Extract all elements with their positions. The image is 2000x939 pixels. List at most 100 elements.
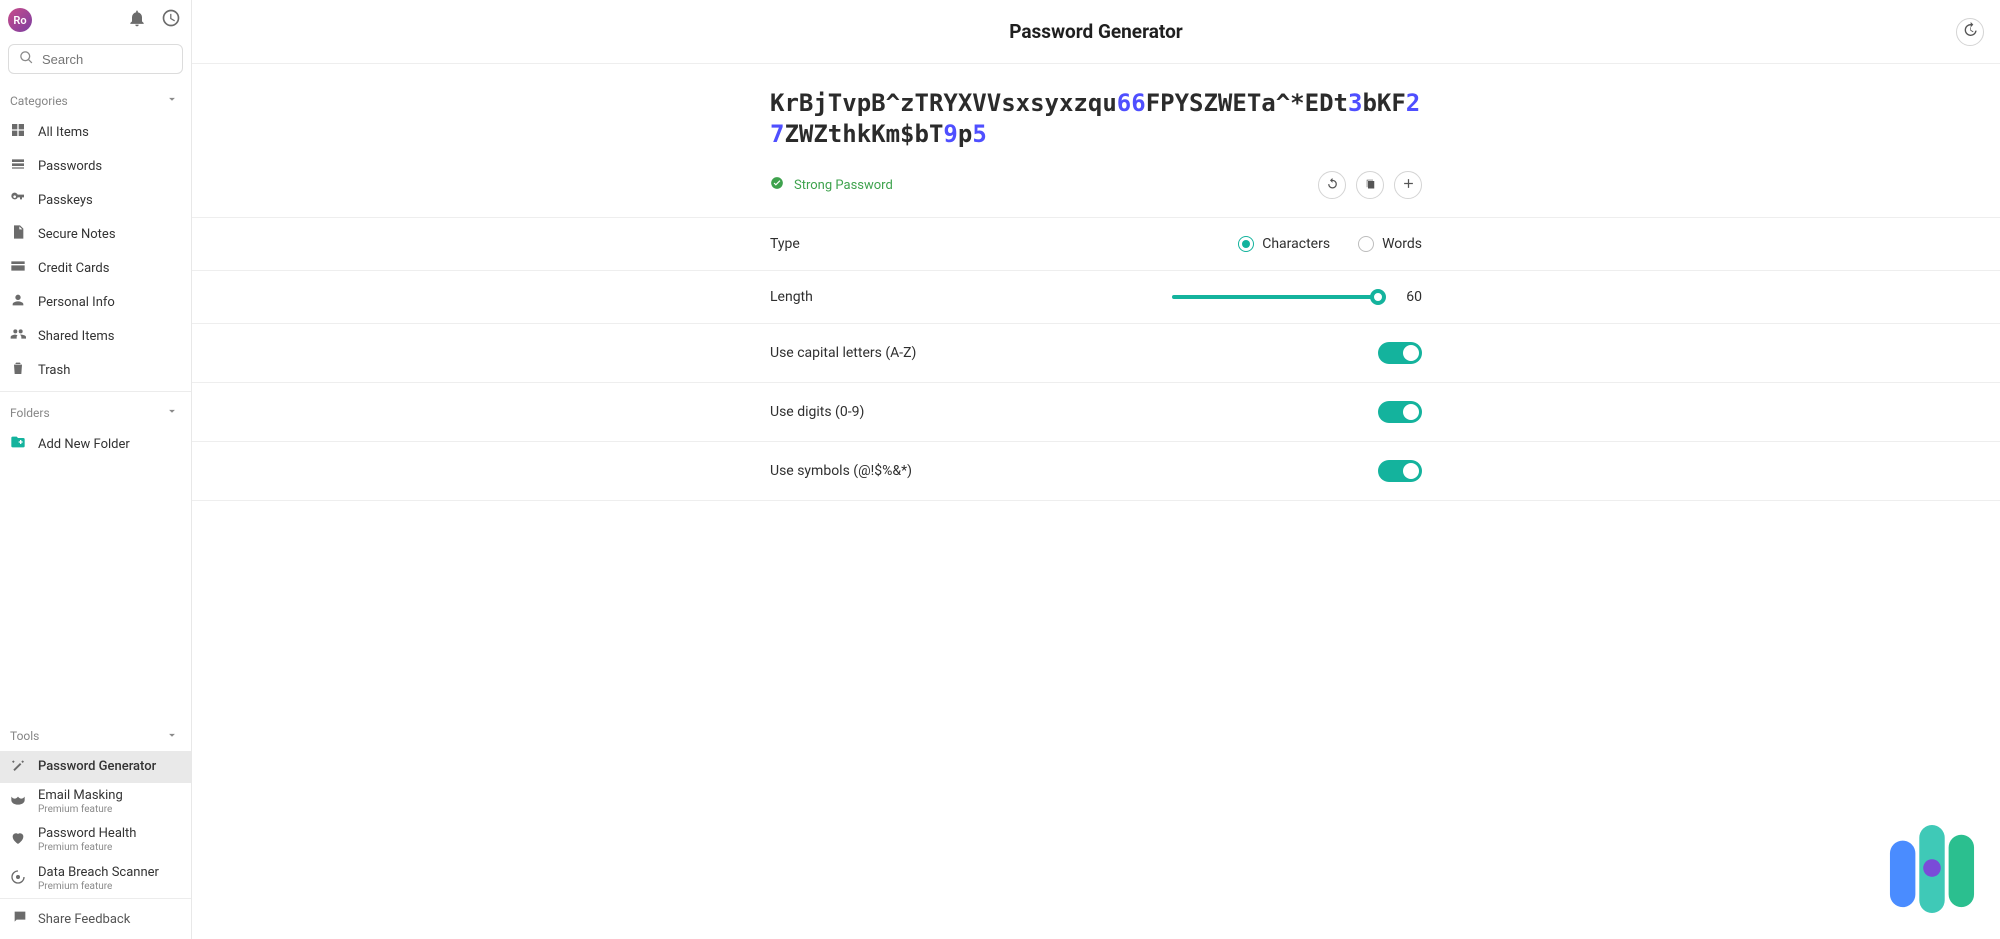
password-display: KrBjTvpB^zTRYXVVsxsyxzqu66FPYSZWETa^*EDt… — [192, 64, 2000, 149]
categories-label: Categories — [10, 94, 68, 108]
sidebar-item-label: Trash — [38, 363, 70, 378]
switch-knob — [1403, 404, 1419, 420]
strength-row: Strong Password — [192, 149, 2000, 218]
radio-characters[interactable]: Characters — [1238, 236, 1330, 252]
tool-sub: Premium feature — [38, 804, 123, 816]
sidebar-item-passwords[interactable]: Passwords — [0, 149, 191, 183]
card-icon — [10, 258, 26, 278]
pw-seg: FPYSZWETa^*EDt — [1146, 89, 1348, 117]
switch-knob — [1403, 463, 1419, 479]
sidebar-item-label: Passwords — [38, 159, 102, 174]
chevron-down-icon — [165, 92, 179, 109]
folder-plus-icon — [10, 434, 26, 454]
slider-thumb[interactable] — [1370, 289, 1386, 305]
categories-header[interactable]: Categories — [0, 84, 191, 115]
main: Password Generator KrBjTvpB^zTRYXVVsxsyx… — [192, 0, 2000, 939]
sidebar-item-shared-items[interactable]: Shared Items — [0, 319, 191, 353]
trash-icon — [10, 360, 26, 380]
sidebar-item-label: Shared Items — [38, 329, 114, 344]
symbols-switch[interactable] — [1378, 460, 1422, 482]
pw-num: 3 — [1348, 89, 1362, 117]
sidebar-item-trash[interactable]: Trash — [0, 353, 191, 387]
setting-symbols: Use symbols (@!$%&*) — [192, 442, 2000, 501]
assistant-icon — [1888, 900, 1976, 919]
pw-seg: p — [958, 120, 972, 148]
copy-icon — [1363, 176, 1378, 195]
tool-label: Password Health — [38, 827, 136, 842]
search-icon — [19, 50, 34, 69]
sidebar: Ro (⌘F) Categories All Items — [0, 0, 192, 939]
radio-label: Words — [1382, 236, 1422, 252]
strength-label: Strong Password — [794, 178, 893, 193]
person-icon — [10, 292, 26, 312]
tools-header[interactable]: Tools — [0, 720, 191, 751]
floating-assistant-button[interactable] — [1888, 823, 1976, 915]
copy-button[interactable] — [1356, 171, 1384, 199]
note-icon — [10, 224, 26, 244]
sidebar-item-all-items[interactable]: All Items — [0, 115, 191, 149]
tool-email-masking[interactable]: Email Masking Premium feature — [0, 783, 191, 821]
setting-type: Type Characters Words — [192, 218, 2000, 271]
sidebar-item-secure-notes[interactable]: Secure Notes — [0, 217, 191, 251]
chevron-down-icon — [165, 728, 179, 745]
sidebar-item-label: Personal Info — [38, 295, 115, 310]
plus-icon — [1401, 176, 1416, 195]
pw-seg: bKF — [1362, 89, 1405, 117]
tool-password-generator[interactable]: Password Generator — [0, 751, 191, 783]
tool-data-breach-scanner[interactable]: Data Breach Scanner Premium feature — [0, 860, 191, 898]
sidebar-item-passkeys[interactable]: Passkeys — [0, 183, 191, 217]
generated-password[interactable]: KrBjTvpB^zTRYXVVsxsyxzqu66FPYSZWETa^*EDt… — [770, 88, 1422, 149]
capital-label: Use capital letters (A-Z) — [770, 345, 916, 361]
mask-icon — [10, 792, 26, 812]
length-value: 60 — [1400, 289, 1422, 305]
page-title: Password Generator — [1009, 20, 1183, 43]
add-folder-label: Add New Folder — [38, 437, 130, 452]
tool-label: Password Generator — [38, 759, 156, 774]
avatar[interactable]: Ro — [8, 8, 32, 32]
sidebar-item-personal-info[interactable]: Personal Info — [0, 285, 191, 319]
digits-switch[interactable] — [1378, 401, 1422, 423]
top-icons — [127, 8, 181, 32]
length-label: Length — [770, 289, 813, 305]
wand-icon — [10, 757, 26, 777]
grid-icon — [10, 122, 26, 142]
feedback-label: Share Feedback — [38, 912, 130, 927]
sidebar-item-label: Credit Cards — [38, 261, 109, 276]
regenerate-button[interactable] — [1318, 171, 1346, 199]
tool-password-health[interactable]: Password Health Premium feature — [0, 821, 191, 859]
length-slider[interactable] — [1172, 295, 1382, 299]
history-button[interactable] — [1956, 18, 1984, 46]
sidebar-item-label: Secure Notes — [38, 227, 116, 242]
search-wrap: (⌘F) — [0, 36, 191, 84]
radio-words[interactable]: Words — [1358, 236, 1422, 252]
pw-num: 5 — [972, 120, 986, 148]
password-actions — [1318, 171, 1422, 199]
capital-switch[interactable] — [1378, 342, 1422, 364]
sidebar-item-label: All Items — [38, 125, 89, 140]
add-button[interactable] — [1394, 171, 1422, 199]
bell-icon[interactable] — [127, 8, 147, 32]
radar-icon — [10, 869, 26, 889]
switch-knob — [1403, 345, 1419, 361]
heart-icon — [10, 830, 26, 850]
strength-indicator: Strong Password — [770, 176, 893, 194]
sidebar-item-credit-cards[interactable]: Credit Cards — [0, 251, 191, 285]
main-header: Password Generator — [192, 0, 2000, 64]
clock-icon[interactable] — [161, 8, 181, 32]
tool-label-col: Data Breach Scanner Premium feature — [38, 866, 159, 892]
pw-seg: KrBjTvpB^zTRYXVVsxsyxzqu — [770, 89, 1117, 117]
folders-header[interactable]: Folders — [0, 396, 191, 427]
passwords-icon — [10, 156, 26, 176]
share-feedback-button[interactable]: Share Feedback — [0, 898, 191, 939]
tool-label-col: Password Health Premium feature — [38, 827, 136, 853]
add-folder-button[interactable]: Add New Folder — [0, 427, 191, 461]
tool-sub: Premium feature — [38, 842, 136, 854]
tool-label: Data Breach Scanner — [38, 866, 159, 881]
setting-capital: Use capital letters (A-Z) — [192, 324, 2000, 383]
digits-label: Use digits (0-9) — [770, 404, 864, 420]
tools-label: Tools — [10, 729, 39, 743]
divider — [0, 391, 191, 392]
search-box[interactable]: (⌘F) — [8, 44, 183, 74]
pw-num: 9 — [943, 120, 957, 148]
chevron-down-icon — [165, 404, 179, 421]
